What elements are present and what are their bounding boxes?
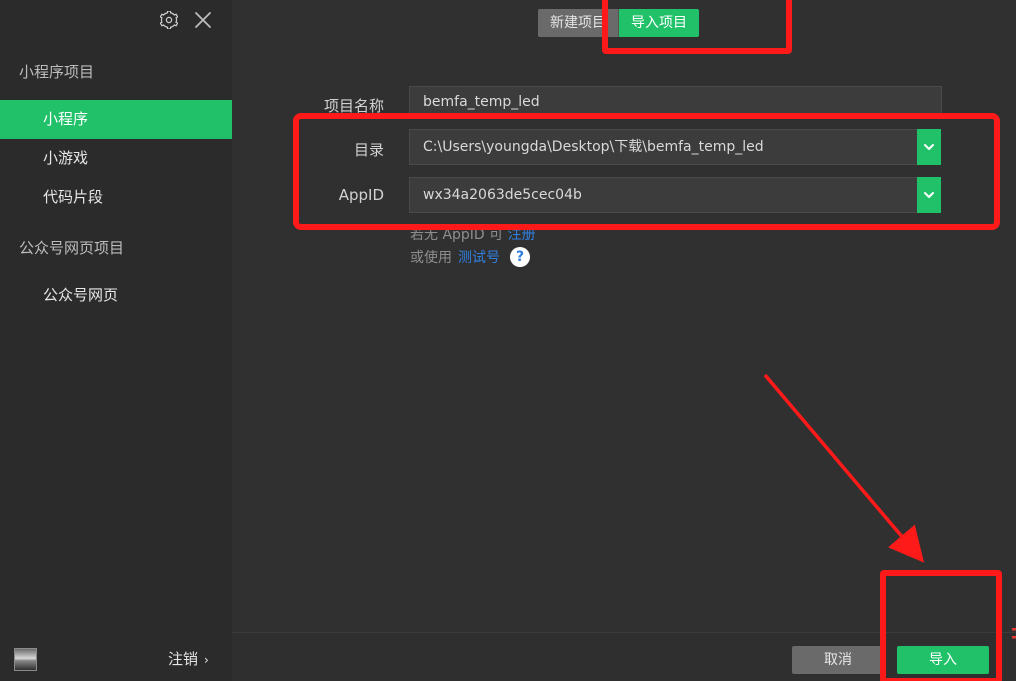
project-mode-tabs: 新建项目 导入项目 bbox=[538, 9, 699, 37]
question-circle-icon[interactable]: ? bbox=[510, 247, 530, 267]
chevron-right-icon: › bbox=[204, 652, 209, 667]
appid-label: AppID bbox=[338, 186, 384, 204]
sidebar-item-mini-program[interactable]: 小程序 bbox=[0, 100, 232, 139]
sidebar-item-official-account-web[interactable]: 公众号网页 bbox=[0, 276, 232, 315]
chevron-down-icon bbox=[924, 192, 934, 198]
project-name-field[interactable]: bemfa_temp_led bbox=[409, 86, 942, 118]
logout-label: 注销 bbox=[168, 650, 199, 668]
project-name-label: 项目名称 bbox=[323, 97, 384, 115]
app-window: 小程序项目 小程序 小游戏 代码片段 公众号网页项目 公众号网页 注销 › 新建… bbox=[0, 0, 1016, 681]
appid-value: wx34a2063de5cec04b bbox=[423, 187, 582, 203]
appid-dropdown-button[interactable] bbox=[917, 177, 941, 213]
close-button[interactable] bbox=[192, 9, 214, 31]
sidebar-item-label: 公众号网页 bbox=[43, 286, 119, 304]
sidebar: 小程序项目 小程序 小游戏 代码片段 公众号网页项目 公众号网页 注销 › bbox=[0, 0, 232, 681]
sidebar-item-label: 小游戏 bbox=[43, 149, 89, 167]
close-icon bbox=[195, 12, 211, 28]
import-button[interactable]: 导入 bbox=[897, 646, 989, 674]
directory-select[interactable]: C:\Users\youngda\Desktop\下载\bemfa_temp_l… bbox=[409, 129, 941, 165]
gear-icon bbox=[160, 11, 178, 29]
chevron-down-icon bbox=[924, 144, 934, 150]
sidebar-item-label: 代码片段 bbox=[43, 188, 104, 206]
register-link[interactable]: 注册 bbox=[508, 227, 536, 243]
or-use-text: 或使用 bbox=[410, 250, 452, 266]
main-panel: 新建项目 导入项目 项目名称 bemfa_temp_led 目录 C:\User… bbox=[232, 0, 1016, 681]
test-account-hint: 或使用 测试号 ? bbox=[410, 247, 530, 267]
sidebar-item-mini-game[interactable]: 小游戏 bbox=[0, 139, 232, 178]
section-title-official-account: 公众号网页项目 bbox=[19, 239, 125, 257]
avatar[interactable] bbox=[14, 648, 37, 671]
project-name-value: bemfa_temp_led bbox=[423, 94, 540, 110]
no-appid-hint-text: 若无 AppID 可 bbox=[410, 227, 504, 243]
appid-select[interactable]: wx34a2063de5cec04b bbox=[409, 177, 941, 213]
directory-dropdown-button[interactable] bbox=[917, 129, 941, 165]
test-account-link[interactable]: 测试号 bbox=[458, 247, 500, 267]
tab-new-project[interactable]: 新建项目 bbox=[538, 9, 618, 37]
section-title-mini-program: 小程序项目 bbox=[19, 63, 95, 81]
no-appid-hint: 若无 AppID 可 注册 bbox=[410, 224, 536, 244]
logout-button[interactable]: 注销 › bbox=[168, 648, 209, 669]
directory-value: C:\Users\youngda\Desktop\下载\bemfa_temp_l… bbox=[423, 139, 764, 155]
settings-button[interactable] bbox=[158, 9, 180, 31]
tab-import-project[interactable]: 导入项目 bbox=[618, 9, 699, 37]
directory-label: 目录 bbox=[353, 141, 384, 159]
sidebar-item-label: 小程序 bbox=[43, 110, 89, 128]
cancel-button[interactable]: 取消 bbox=[792, 646, 884, 674]
sidebar-item-code-snippet[interactable]: 代码片段 bbox=[0, 178, 232, 217]
